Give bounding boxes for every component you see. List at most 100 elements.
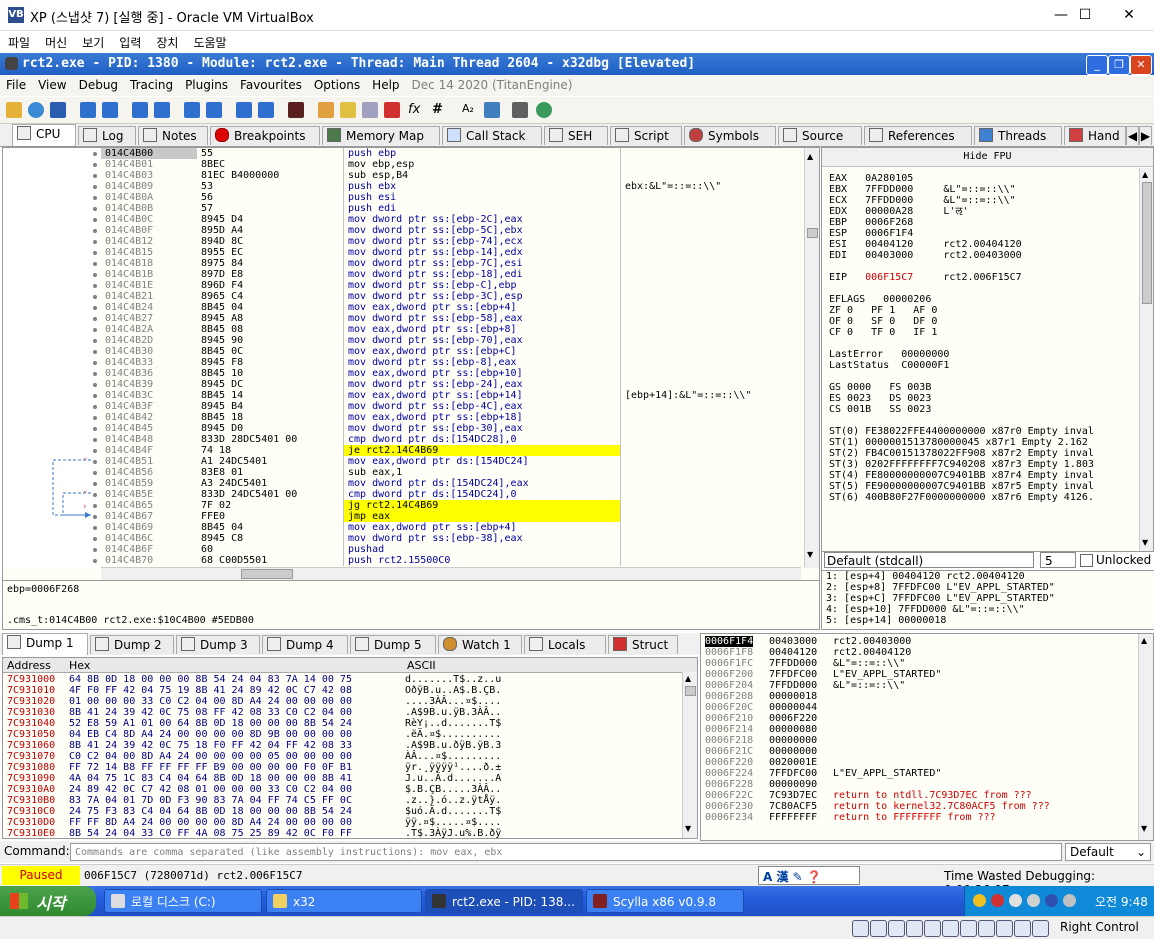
security-shield-icon[interactable] (973, 894, 986, 907)
usb-icon[interactable] (924, 920, 941, 937)
run-to-user-code-icon[interactable] (258, 102, 274, 118)
disassembly-row[interactable]: 014C4B12 894D 8C mov dword ptr ss:[ebp-74]… (101, 236, 815, 247)
breakpoint-dot[interactable] (93, 438, 97, 442)
comment-icon[interactable] (318, 102, 334, 118)
disassembly-row[interactable]: 014C4B2A 8B45 08 mov eax,dword ptr ss:[ebp… (101, 324, 815, 335)
breakpoint-dot[interactable] (93, 163, 97, 167)
taskbar-x32-folder[interactable]: x32 (266, 889, 422, 913)
breakpoint-dot[interactable] (93, 460, 97, 464)
tab-dump-1[interactable]: Dump 1 (2, 633, 88, 655)
hex-dump-view[interactable]: Address Hex ASCII 7C931000 64 8B 0D 18 00… (2, 657, 698, 839)
volume-icon[interactable] (1063, 894, 1076, 907)
tab-scroll-left[interactable]: ◀ (1126, 126, 1139, 145)
device-icon[interactable] (1027, 894, 1040, 907)
breakpoint-dot[interactable] (93, 493, 97, 497)
tab-dump-2[interactable]: Dump 2 (90, 635, 174, 654)
breakpoint-dot[interactable] (93, 405, 97, 409)
command-mode-select[interactable]: Default ⌄ (1065, 843, 1151, 861)
calculator-icon[interactable] (512, 102, 528, 118)
host-menu-help[interactable]: 도움말 (185, 31, 233, 51)
disassembly-row[interactable]: 014C4B4F 74 18 je rct2.14C4B69 (101, 445, 815, 456)
register-row[interactable]: ES 0023 DS 0023 (829, 393, 931, 404)
register-row[interactable]: ST(4) FE80000000007C9401BB x87r4 Empty i… (829, 470, 1094, 481)
register-row[interactable]: LastStatus C00000F1 (829, 360, 949, 371)
tab-dump-3[interactable]: Dump 3 (176, 635, 260, 654)
tab-scroll-right[interactable]: ▶ (1139, 126, 1152, 145)
disassembly-row[interactable]: 014C4B09 53 push ebx ebx:&L"=::=::\\" (101, 181, 815, 192)
disassembly-hscroll[interactable] (101, 567, 801, 580)
breakpoint-dot[interactable] (93, 383, 97, 387)
unlocked-checkbox[interactable] (1080, 554, 1093, 567)
stack-vscroll[interactable]: ▲ ▼ (1138, 634, 1153, 840)
tab-memory-map[interactable]: Memory Map (322, 126, 440, 145)
host-menu-file[interactable]: 파일 (0, 31, 37, 51)
disassembly-row[interactable]: 014C4B65 7F 02 jg rct2.14C4B69 (101, 500, 815, 511)
dbg-close-button[interactable]: ✕ (1130, 55, 1152, 75)
network-icon[interactable] (1009, 894, 1022, 907)
disassembly-row[interactable]: 014C4B0C 8945 D4 mov dword ptr ss:[ebp-2C]… (101, 214, 815, 225)
trace-into-icon[interactable] (184, 102, 200, 118)
tab-struct[interactable]: Struct (608, 635, 678, 654)
breakpoint-dot[interactable] (93, 559, 97, 563)
recording-icon[interactable] (978, 920, 995, 937)
breakpoint-dot[interactable] (93, 449, 97, 453)
breakpoint-dot[interactable] (93, 537, 97, 541)
tab-threads[interactable]: Threads (974, 126, 1062, 145)
network-adapter-icon[interactable] (906, 920, 923, 937)
step-over-icon[interactable] (154, 102, 170, 118)
register-row[interactable]: ZF 0 PF 1 AF 0 (829, 305, 937, 316)
restart-icon[interactable] (28, 102, 44, 118)
scylla-icon[interactable] (288, 102, 304, 118)
disassembly-row[interactable]: 014C4B33 8945 F8 mov dword ptr ss:[ebp-8],… (101, 357, 815, 368)
disassembly-row[interactable]: 014C4B42 8B45 18 mov eax,dword ptr ss:[ebp… (101, 412, 815, 423)
breakpoint-dot[interactable] (93, 218, 97, 222)
register-row[interactable]: EDI 00403000 rct2.00403000 (829, 250, 1022, 261)
registers-panel[interactable]: Hide FPU EAX 0A280105 EBX 7FFDD000 &L"=::… (821, 147, 1154, 553)
alert-shield-icon[interactable] (991, 894, 1004, 907)
dump-vscroll[interactable]: ▲ ▼ (682, 672, 697, 838)
tab-seh[interactable]: SEH (544, 126, 608, 145)
register-row[interactable]: EDX 00000A28 L'ऌ' (829, 206, 968, 217)
optical-drive-icon[interactable] (870, 920, 887, 937)
disassembly-row[interactable]: 014C4B6F 60 pushad (101, 544, 815, 555)
disassembly-row[interactable]: 014C4B15 8955 EC mov dword ptr ss:[ebp-14]… (101, 247, 815, 258)
breakpoint-dot[interactable] (93, 229, 97, 233)
register-row[interactable]: EAX 0A280105 (829, 173, 913, 184)
breakpoint-dot[interactable] (93, 251, 97, 255)
disassembly-row[interactable]: 014C4B21 8965 C4 mov dword ptr ss:[ebp-3C]… (101, 291, 815, 302)
disassembly-row[interactable]: 014C4B0F 895D A4 mov dword ptr ss:[ebp-5C]… (101, 225, 815, 236)
maximize-button[interactable]: ☐ (1062, 4, 1108, 26)
register-row[interactable]: LastError 00000000 (829, 349, 949, 360)
register-row[interactable]: ST(2) FB4C00151378022FF908 x87r2 Empty i… (829, 448, 1094, 459)
disassembly-row[interactable]: 014C4B27 8945 A8 mov dword ptr ss:[ebp-58]… (101, 313, 815, 324)
hard-disk-icon[interactable] (852, 920, 869, 937)
host-menu-machine[interactable]: 머신 (37, 31, 74, 51)
breakpoint-dot[interactable] (93, 339, 97, 343)
disassembly-row[interactable]: 014C4B6C 8945 C8 mov dword ptr ss:[ebp-38]… (101, 533, 815, 544)
disassembly-row[interactable]: 014C4B69 8B45 04 mov eax,dword ptr ss:[ebp… (101, 522, 815, 533)
register-row[interactable]: GS 0000 FS 003B (829, 382, 931, 393)
breakpoint-dot[interactable] (93, 482, 97, 486)
stack-arguments-panel[interactable]: 1: [esp+4] 00404120 rct2.00404120 2: [es… (821, 570, 1154, 630)
breakpoint-dot[interactable] (93, 174, 97, 178)
register-row[interactable]: ECX 7FFDD000 &L"=::=::\\" (829, 195, 1016, 206)
tab-dump-5[interactable]: Dump 5 (350, 635, 436, 654)
disassembly-row[interactable]: 014C4B0B 57 push edi (101, 203, 815, 214)
register-row[interactable]: EBP 0006F268 (829, 217, 913, 228)
info-box[interactable]: ebp=0006F268 .cms_t:014C4B00 rct2.exe:$1… (2, 580, 820, 630)
register-row[interactable]: ST(5) FE90000000007C9401BB x87r5 Empty i… (829, 481, 1094, 492)
disassembly-row[interactable]: 014C4B24 8B45 04 mov eax,dword ptr ss:[ebp… (101, 302, 815, 313)
taskbar-local-disk[interactable]: 로컬 디스크 (C:) (104, 889, 262, 913)
disassembly-row[interactable]: 014C4B18 8975 84 mov dword ptr ss:[ebp-7C]… (101, 258, 815, 269)
disassembly-row[interactable]: 014C4B0A 56 push esi (101, 192, 815, 203)
menu-debug[interactable]: Debug (73, 76, 124, 92)
mouse-integration-icon[interactable] (1014, 920, 1031, 937)
clock[interactable]: 오전 9:48 (1095, 893, 1148, 910)
register-row[interactable]: ESI 00404120 rct2.00404120 (829, 239, 1022, 250)
tab-call-stack[interactable]: Call Stack (442, 126, 542, 145)
tab-dump-4[interactable]: Dump 4 (262, 635, 348, 654)
disassembly-row[interactable]: 014C4B39 8945 DC mov dword ptr ss:[ebp-24]… (101, 379, 815, 390)
breakpoint-dot[interactable] (93, 504, 97, 508)
breakpoint-dot[interactable] (93, 317, 97, 321)
breakpoint-dot[interactable] (93, 306, 97, 310)
